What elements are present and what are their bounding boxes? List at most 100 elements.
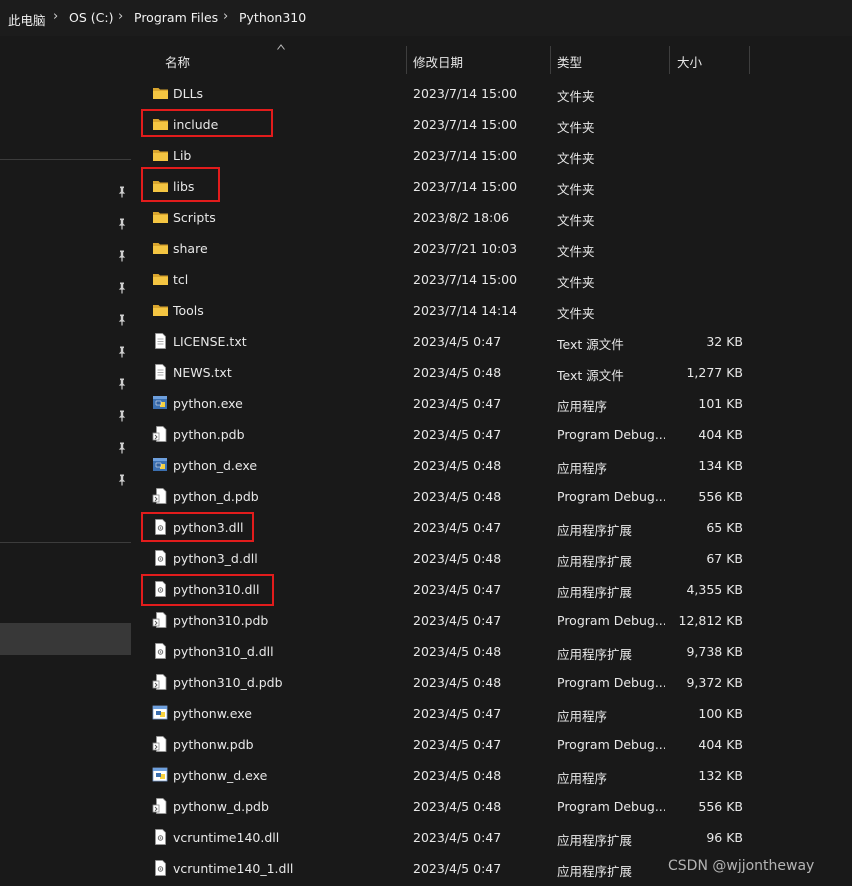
file-type: Program Debug... (557, 675, 665, 690)
nav-divider (0, 542, 131, 543)
column-divider[interactable] (550, 46, 551, 74)
pin-icon[interactable] (117, 218, 127, 230)
file-type: 应用程序扩展 (557, 833, 633, 848)
file-row[interactable]: vcruntime140_1.dll 2023/4/5 0:47 应用程序扩展 (150, 853, 750, 884)
file-size: 96 KB (706, 830, 743, 845)
file-date: 2023/4/5 0:47 (413, 427, 502, 442)
file-size: 65 KB (706, 520, 743, 535)
file-row[interactable]: vcruntime140.dll 2023/4/5 0:47 应用程序扩展 96 KB (150, 822, 750, 853)
file-name: python310_d.pdb (173, 675, 283, 690)
file-size: 404 KB (698, 427, 743, 442)
file-name: vcruntime140.dll (173, 830, 280, 845)
column-header-type[interactable]: 类型 (557, 52, 582, 71)
file-type: Program Debug... (557, 427, 665, 442)
file-name: DLLs (173, 86, 204, 101)
column-header-date[interactable]: 修改日期 (413, 52, 463, 71)
column-divider[interactable] (669, 46, 670, 74)
file-name: Lib (173, 148, 192, 163)
file-size: 32 KB (706, 334, 743, 349)
file-row[interactable]: share 2023/7/21 10:03 文件夹 (150, 233, 750, 264)
file-row[interactable]: python_d.pdb 2023/4/5 0:48 Program Debug..… (150, 481, 750, 512)
chevron-right-icon[interactable]: › (53, 9, 58, 24)
file-date: 2023/7/14 15:00 (413, 86, 518, 101)
pin-icon[interactable] (117, 314, 127, 326)
file-row[interactable]: Tools 2023/7/14 14:14 文件夹 (150, 295, 750, 326)
pin-icon[interactable] (117, 282, 127, 294)
file-row[interactable]: pythonw_d.pdb 2023/4/5 0:48 Program Debug.… (150, 791, 750, 822)
file-row[interactable]: python310_d.dll 2023/4/5 0:48 应用程序扩展 9,738 … (150, 636, 750, 667)
file-date: 2023/7/14 15:00 (413, 272, 518, 287)
file-row[interactable]: pythonw_d.exe 2023/4/5 0:48 应用程序 132 KB (150, 760, 750, 791)
folder-icon (152, 85, 169, 101)
file-row[interactable]: python3_d.dll 2023/4/5 0:48 应用程序扩展 67 KB (150, 543, 750, 574)
file-row[interactable]: LICENSE.txt 2023/4/5 0:47 Text 源文件 32 KB (150, 326, 750, 357)
file-row[interactable]: Lib 2023/7/14 15:00 文件夹 (150, 140, 750, 171)
pdb-file-icon (152, 426, 169, 442)
file-row[interactable]: python_d.exe 2023/4/5 0:48 应用程序 134 KB (150, 450, 750, 481)
navigation-pane[interactable] (0, 36, 131, 886)
file-date: 2023/4/5 0:47 (413, 396, 502, 411)
address-bar[interactable]: 此电脑 › OS (C:) › Program Files › Python31… (0, 0, 852, 36)
file-row[interactable]: DLLs 2023/7/14 15:00 文件夹 (150, 78, 750, 109)
red-highlight-box (141, 512, 254, 542)
pin-icon[interactable] (117, 186, 127, 198)
nav-selected-item[interactable] (0, 623, 131, 655)
file-name: vcruntime140_1.dll (173, 861, 294, 876)
file-name: python.pdb (173, 427, 245, 442)
file-row[interactable]: pythonw.pdb 2023/4/5 0:47 Program Debug...… (150, 729, 750, 760)
red-highlight-box (141, 167, 220, 202)
file-size: 9,372 KB (686, 675, 743, 690)
file-row[interactable]: python.exe 2023/4/5 0:47 应用程序 101 KB (150, 388, 750, 419)
breadcrumb-this-pc[interactable]: 此电脑 (8, 10, 46, 29)
pin-icon[interactable] (117, 250, 127, 262)
file-row[interactable]: python310_d.pdb 2023/4/5 0:48 Program Debu… (150, 667, 750, 698)
file-type: 应用程序 (557, 709, 608, 724)
column-header-size[interactable]: 大小 (677, 52, 702, 71)
file-date: 2023/4/5 0:48 (413, 551, 502, 566)
file-row[interactable]: libs 2023/7/14 15:00 文件夹 (150, 171, 750, 202)
folder-icon (152, 271, 169, 287)
column-divider[interactable] (749, 46, 750, 74)
nav-divider (0, 159, 131, 160)
file-date: 2023/7/14 15:00 (413, 117, 518, 132)
file-row[interactable]: pythonw.exe 2023/4/5 0:47 应用程序 100 KB (150, 698, 750, 729)
file-type: 文件夹 (557, 275, 595, 290)
breadcrumb-program-files[interactable]: Program Files (134, 10, 218, 25)
file-type: 应用程序 (557, 771, 608, 786)
pin-icon[interactable] (117, 410, 127, 422)
file-row[interactable]: python310.pdb 2023/4/5 0:47 Program Debug.… (150, 605, 750, 636)
column-divider[interactable] (406, 46, 407, 74)
dll-file-icon (152, 829, 169, 845)
file-row[interactable]: Scripts 2023/8/2 18:06 文件夹 (150, 202, 750, 233)
file-date: 2023/4/5 0:48 (413, 458, 502, 473)
file-date: 2023/4/5 0:48 (413, 768, 502, 783)
file-size: 134 KB (698, 458, 743, 473)
column-header-name[interactable]: 名称 (165, 52, 190, 71)
pin-icon[interactable] (117, 346, 127, 358)
file-size: 101 KB (698, 396, 743, 411)
pythonw-exe-icon (152, 767, 169, 783)
breadcrumb-python310[interactable]: Python310 (239, 10, 306, 25)
file-type: 应用程序扩展 (557, 554, 633, 569)
pin-icon[interactable] (117, 442, 127, 454)
breadcrumb-drive-c[interactable]: OS (C:) (69, 10, 113, 25)
red-highlight-box (141, 109, 273, 137)
folder-icon (152, 240, 169, 256)
file-type: Program Debug... (557, 613, 665, 628)
pdb-file-icon (152, 612, 169, 628)
file-date: 2023/4/5 0:47 (413, 737, 502, 752)
file-type: 文件夹 (557, 306, 595, 321)
file-name: pythonw_d.exe (173, 768, 268, 783)
file-date: 2023/4/5 0:47 (413, 613, 502, 628)
file-name: python310.pdb (173, 613, 269, 628)
file-row[interactable]: tcl 2023/7/14 15:00 文件夹 (150, 264, 750, 295)
chevron-right-icon[interactable]: › (223, 9, 228, 24)
file-type: 文件夹 (557, 182, 595, 197)
dll-file-icon (152, 860, 169, 876)
pin-icon[interactable] (117, 474, 127, 486)
chevron-right-icon[interactable]: › (118, 9, 123, 24)
file-row[interactable]: python.pdb 2023/4/5 0:47 Program Debug... 4… (150, 419, 750, 450)
pin-icon[interactable] (117, 378, 127, 390)
file-type: Program Debug... (557, 489, 665, 504)
file-row[interactable]: NEWS.txt 2023/4/5 0:48 Text 源文件 1,277 KB (150, 357, 750, 388)
